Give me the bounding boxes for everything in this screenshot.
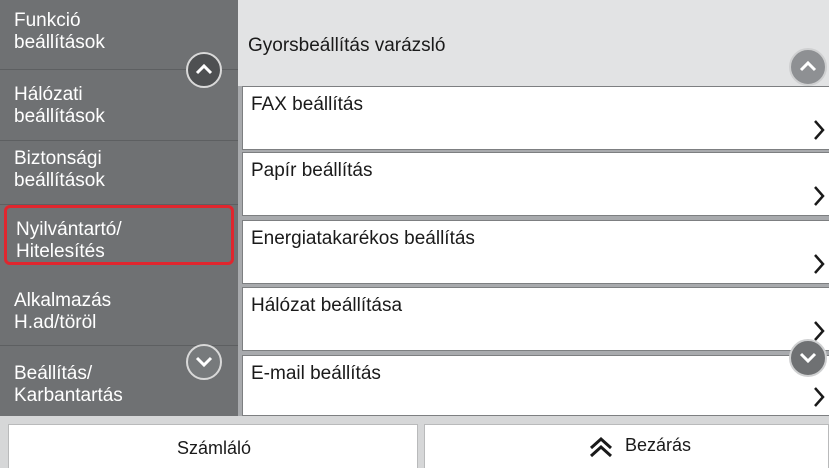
chevron-right-icon bbox=[814, 254, 825, 274]
counter-button[interactable]: Számláló bbox=[8, 424, 418, 468]
list-scroll-down-button[interactable] bbox=[789, 339, 827, 377]
sidebar-item-label: Karbantartás bbox=[14, 385, 123, 406]
sidebar-scroll-up-button[interactable] bbox=[186, 52, 222, 88]
chevron-right-icon bbox=[814, 321, 825, 341]
sidebar-item-application[interactable]: Alkalmazás H.ad/töröl bbox=[0, 278, 238, 346]
settings-screen: Funkció beállítások Hálózati beállítások… bbox=[0, 0, 829, 468]
chevron-right-icon bbox=[814, 387, 825, 407]
close-button-label: Bezárás bbox=[625, 435, 692, 455]
chevron-down-icon bbox=[799, 352, 817, 364]
chevron-right-icon bbox=[814, 186, 825, 206]
sidebar-item-label: Nyilvántartó/ bbox=[16, 219, 122, 240]
sidebar-item-label: beállítások bbox=[14, 170, 105, 191]
sidebar: Funkció beállítások Hálózati beállítások… bbox=[0, 0, 238, 416]
sidebar-item-label: beállítások bbox=[14, 32, 105, 53]
sidebar-item-accounting-authentication[interactable]: Nyilvántartó/ Hitelesítés bbox=[4, 205, 234, 265]
quick-setup-wizard-item[interactable]: Gyorsbeállítás varázsló bbox=[238, 0, 829, 86]
chevron-right-icon bbox=[814, 120, 825, 140]
chevron-up-icon bbox=[799, 60, 817, 72]
sidebar-item-security-settings[interactable]: Biztonsági beállítások bbox=[0, 141, 238, 205]
sidebar-item-label: H.ad/töröl bbox=[14, 312, 97, 333]
sidebar-item-label: Alkalmazás bbox=[14, 290, 112, 311]
sidebar-item-label: Funkció bbox=[14, 10, 81, 31]
menu-item-label: E-mail beállítás bbox=[251, 363, 381, 384]
menu-item-label: Hálózat beállítása bbox=[251, 295, 403, 316]
chevron-up-icon bbox=[195, 63, 213, 75]
counter-button-label: Számláló bbox=[177, 438, 252, 458]
menu-item-network-setup[interactable]: Hálózat beállítása bbox=[242, 287, 829, 351]
menu-item-label: Papír beállítás bbox=[251, 160, 373, 181]
close-button[interactable]: Bezárás bbox=[424, 424, 829, 468]
menu-item-label: FAX beállítás bbox=[251, 94, 363, 115]
sidebar-item-label: Biztonsági bbox=[14, 148, 102, 169]
menu-item-fax-settings[interactable]: FAX beállítás bbox=[242, 86, 829, 150]
sidebar-scroll-down-button[interactable] bbox=[186, 344, 222, 380]
double-chevron-up-icon bbox=[589, 436, 613, 458]
bottom-bar: Számláló Bezárás bbox=[0, 416, 829, 468]
list-scroll-up-button[interactable] bbox=[789, 48, 827, 86]
chevron-down-icon bbox=[195, 356, 213, 368]
quick-setup-wizard-label: Gyorsbeállítás varázsló bbox=[248, 35, 446, 56]
menu-item-email-settings[interactable]: E-mail beállítás bbox=[242, 355, 829, 416]
sidebar-item-label: Hitelesítés bbox=[16, 241, 105, 262]
menu-item-label: Energiatakarékos beállítás bbox=[251, 228, 475, 249]
main-panel: Gyorsbeállítás varázsló FAX beállítás Pa… bbox=[238, 0, 829, 416]
menu-item-paper-settings[interactable]: Papír beállítás bbox=[242, 152, 829, 216]
menu-item-energy-saver-settings[interactable]: Energiatakarékos beállítás bbox=[242, 220, 829, 284]
sidebar-item-label: beállítások bbox=[14, 106, 105, 127]
